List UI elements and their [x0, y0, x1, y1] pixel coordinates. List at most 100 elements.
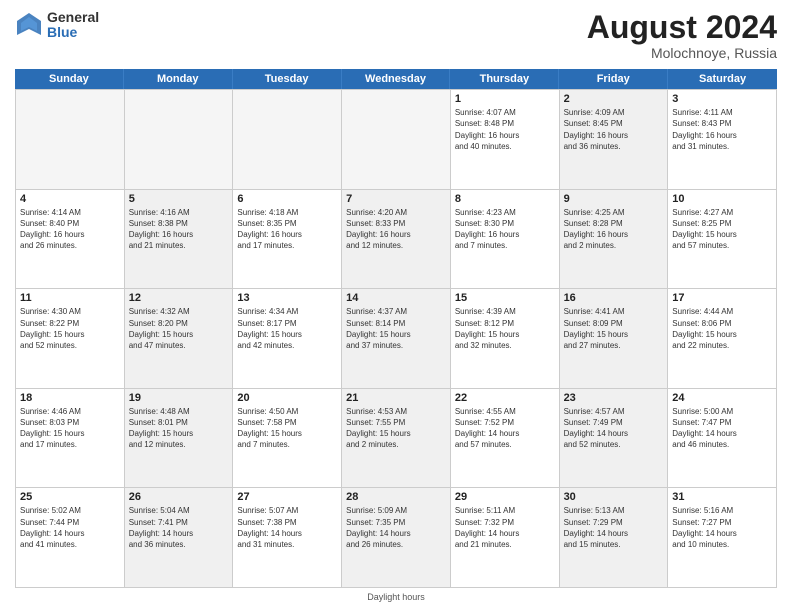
day-number: 31: [672, 491, 772, 503]
calendar-cell: 6 Sunrise: 4:18 AM Sunset: 8:35 PM Daylig…: [233, 190, 342, 290]
calendar-header-cell: Saturday: [668, 69, 777, 89]
day-number: 16: [564, 292, 664, 304]
calendar-cell: 25Sunrise: 5:02 AM Sunset: 7:44 PM Dayli…: [16, 488, 125, 588]
day-info: Sunrise: 4:44 AM Sunset: 8:06 PM Dayligh…: [672, 306, 772, 351]
calendar-body: 1 Sunrise: 4:07 AM Sunset: 8:48 PM Daylig…: [15, 89, 777, 588]
day-info: Sunrise: 4:53 AM Sunset: 7:55 PM Dayligh…: [346, 406, 446, 451]
day-number: 1: [455, 93, 555, 105]
day-number: 25: [20, 491, 120, 503]
day-number: 10: [672, 193, 772, 205]
calendar-cell: 11Sunrise: 4:30 AM Sunset: 8:22 PM Dayli…: [16, 289, 125, 389]
calendar-cell: [342, 90, 451, 190]
logo-line2: Blue: [47, 25, 99, 40]
day-info: Sunrise: 4:32 AM Sunset: 8:20 PM Dayligh…: [129, 306, 229, 351]
day-info: Sunrise: 4:27 AM Sunset: 8:25 PM Dayligh…: [672, 207, 772, 252]
calendar-cell: 5 Sunrise: 4:16 AM Sunset: 8:38 PM Daylig…: [125, 190, 234, 290]
logo-icon: [15, 11, 43, 39]
day-number: 20: [237, 392, 337, 404]
calendar-cell: 17Sunrise: 4:44 AM Sunset: 8:06 PM Dayli…: [668, 289, 777, 389]
calendar-cell: 26 Sunrise: 5:04 AM Sunset: 7:41 PM Dayli…: [125, 488, 234, 588]
calendar-header: SundayMondayTuesdayWednesdayThursdayFrid…: [15, 69, 777, 89]
logo-line1: General: [47, 10, 99, 25]
day-info: Sunrise: 4:11 AM Sunset: 8:43 PM Dayligh…: [672, 107, 772, 152]
day-number: 8: [455, 193, 555, 205]
day-info: Sunrise: 4:57 AM Sunset: 7:49 PM Dayligh…: [564, 406, 664, 451]
calendar-cell: 7 Sunrise: 4:20 AM Sunset: 8:33 PM Daylig…: [342, 190, 451, 290]
day-number: 22: [455, 392, 555, 404]
day-info: Sunrise: 4:37 AM Sunset: 8:14 PM Dayligh…: [346, 306, 446, 351]
calendar-cell: 24 Sunrise: 5:00 AM Sunset: 7:47 PM Dayli…: [668, 389, 777, 489]
day-info: Sunrise: 5:11 AM Sunset: 7:32 PM Dayligh…: [455, 505, 555, 550]
title-block: August 2024 Molochnoye, Russia: [587, 10, 777, 61]
day-number: 11: [20, 292, 120, 304]
day-number: 24: [672, 392, 772, 404]
day-number: 30: [564, 491, 664, 503]
calendar-cell: 31 Sunrise: 5:16 AM Sunset: 7:27 PM Dayli…: [668, 488, 777, 588]
day-info: Sunrise: 5:07 AM Sunset: 7:38 PM Dayligh…: [237, 505, 337, 550]
day-info: Sunrise: 4:18 AM Sunset: 8:35 PM Dayligh…: [237, 207, 337, 252]
day-info: Sunrise: 5:13 AM Sunset: 7:29 PM Dayligh…: [564, 505, 664, 550]
calendar-header-cell: Sunday: [15, 69, 124, 89]
day-number: 3: [672, 93, 772, 105]
day-number: 21: [346, 392, 446, 404]
calendar-header-cell: Friday: [559, 69, 668, 89]
day-number: 4: [20, 193, 120, 205]
calendar-cell: 28Sunrise: 5:09 AM Sunset: 7:35 PM Dayli…: [342, 488, 451, 588]
day-info: Sunrise: 5:00 AM Sunset: 7:47 PM Dayligh…: [672, 406, 772, 451]
day-info: Sunrise: 5:16 AM Sunset: 7:27 PM Dayligh…: [672, 505, 772, 550]
day-number: 27: [237, 491, 337, 503]
day-info: Sunrise: 4:39 AM Sunset: 8:12 PM Dayligh…: [455, 306, 555, 351]
header: General Blue August 2024 Molochnoye, Rus…: [15, 10, 777, 61]
calendar-cell: 13Sunrise: 4:34 AM Sunset: 8:17 PM Dayli…: [233, 289, 342, 389]
day-info: Sunrise: 5:04 AM Sunset: 7:41 PM Dayligh…: [129, 505, 229, 550]
day-number: 7: [346, 193, 446, 205]
footer-note: Daylight hours: [15, 592, 777, 602]
day-info: Sunrise: 4:16 AM Sunset: 8:38 PM Dayligh…: [129, 207, 229, 252]
calendar-cell: 22 Sunrise: 4:55 AM Sunset: 7:52 PM Dayli…: [451, 389, 560, 489]
day-number: 2: [564, 93, 664, 105]
calendar-cell: 27 Sunrise: 5:07 AM Sunset: 7:38 PM Dayli…: [233, 488, 342, 588]
day-number: 12: [129, 292, 229, 304]
day-number: 14: [346, 292, 446, 304]
calendar-cell: 21 Sunrise: 4:53 AM Sunset: 7:55 PM Dayli…: [342, 389, 451, 489]
day-info: Sunrise: 4:48 AM Sunset: 8:01 PM Dayligh…: [129, 406, 229, 451]
calendar-header-cell: Monday: [124, 69, 233, 89]
day-number: 15: [455, 292, 555, 304]
day-number: 13: [237, 292, 337, 304]
day-info: Sunrise: 4:09 AM Sunset: 8:45 PM Dayligh…: [564, 107, 664, 152]
day-number: 9: [564, 193, 664, 205]
page: General Blue August 2024 Molochnoye, Rus…: [0, 0, 792, 612]
calendar-cell: 10 Sunrise: 4:27 AM Sunset: 8:25 PM Dayli…: [668, 190, 777, 290]
calendar-cell: 14 Sunrise: 4:37 AM Sunset: 8:14 PM Dayli…: [342, 289, 451, 389]
calendar-cell: [125, 90, 234, 190]
calendar-cell: 16Sunrise: 4:41 AM Sunset: 8:09 PM Dayli…: [560, 289, 669, 389]
day-info: Sunrise: 4:25 AM Sunset: 8:28 PM Dayligh…: [564, 207, 664, 252]
title-location: Molochnoye, Russia: [587, 45, 777, 61]
calendar-cell: 30 Sunrise: 5:13 AM Sunset: 7:29 PM Dayli…: [560, 488, 669, 588]
logo-text: General Blue: [47, 10, 99, 41]
day-info: Sunrise: 4:23 AM Sunset: 8:30 PM Dayligh…: [455, 207, 555, 252]
day-number: 18: [20, 392, 120, 404]
day-number: 19: [129, 392, 229, 404]
calendar-cell: 29Sunrise: 5:11 AM Sunset: 7:32 PM Dayli…: [451, 488, 560, 588]
day-number: 26: [129, 491, 229, 503]
calendar-cell: [16, 90, 125, 190]
calendar-cell: 20Sunrise: 4:50 AM Sunset: 7:58 PM Dayli…: [233, 389, 342, 489]
day-number: 5: [129, 193, 229, 205]
day-info: Sunrise: 5:09 AM Sunset: 7:35 PM Dayligh…: [346, 505, 446, 550]
calendar-cell: 2 Sunrise: 4:09 AM Sunset: 8:45 PM Daylig…: [560, 90, 669, 190]
day-info: Sunrise: 4:55 AM Sunset: 7:52 PM Dayligh…: [455, 406, 555, 451]
calendar-header-cell: Wednesday: [342, 69, 451, 89]
calendar-cell: 9 Sunrise: 4:25 AM Sunset: 8:28 PM Daylig…: [560, 190, 669, 290]
calendar-cell: 23Sunrise: 4:57 AM Sunset: 7:49 PM Dayli…: [560, 389, 669, 489]
day-number: 6: [237, 193, 337, 205]
calendar-header-cell: Thursday: [450, 69, 559, 89]
calendar-cell: 19 Sunrise: 4:48 AM Sunset: 8:01 PM Dayli…: [125, 389, 234, 489]
calendar-cell: 1 Sunrise: 4:07 AM Sunset: 8:48 PM Daylig…: [451, 90, 560, 190]
calendar: SundayMondayTuesdayWednesdayThursdayFrid…: [15, 69, 777, 588]
day-info: Sunrise: 4:14 AM Sunset: 8:40 PM Dayligh…: [20, 207, 120, 252]
day-info: Sunrise: 4:07 AM Sunset: 8:48 PM Dayligh…: [455, 107, 555, 152]
title-month: August 2024: [587, 10, 777, 45]
day-info: Sunrise: 4:20 AM Sunset: 8:33 PM Dayligh…: [346, 207, 446, 252]
calendar-cell: 8 Sunrise: 4:23 AM Sunset: 8:30 PM Daylig…: [451, 190, 560, 290]
